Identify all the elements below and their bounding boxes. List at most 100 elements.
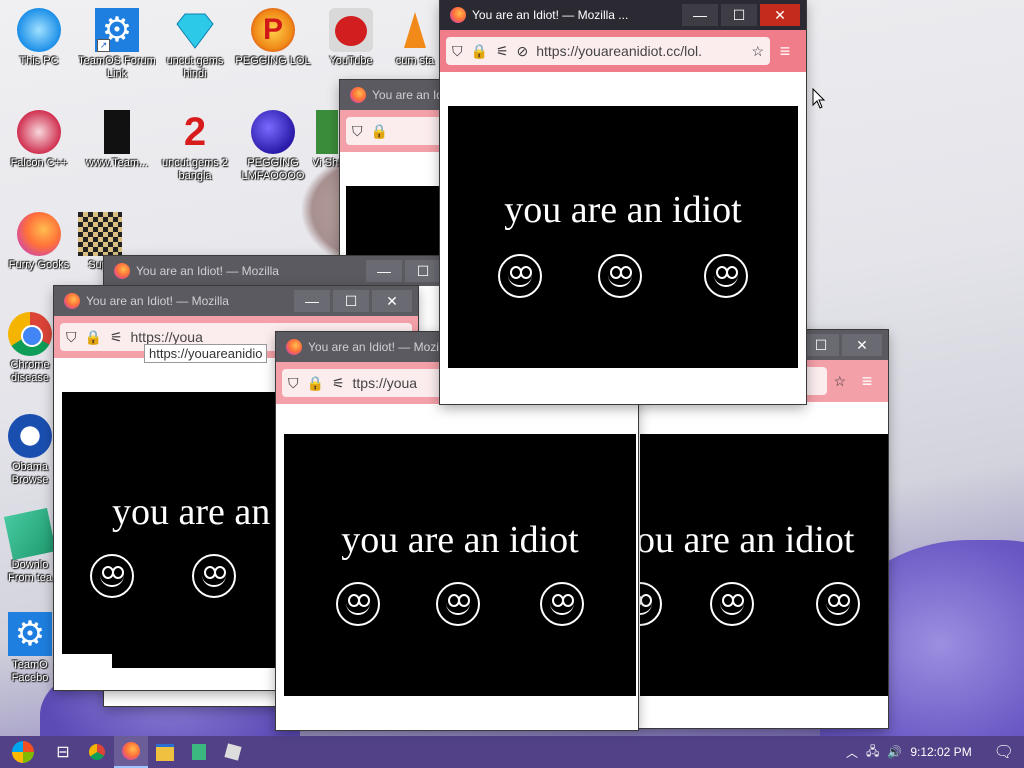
browser-window-bg-1[interactable]: You are an Idiot! — Mozilla ⛉🔒: [340, 80, 450, 280]
roblox-icon: [224, 743, 242, 761]
idiot-message: you are an: [112, 491, 271, 533]
star-icon[interactable]: ☆: [751, 43, 764, 60]
desktop-icon-download[interactable]: Downlo From tea: [0, 507, 60, 585]
maximize-button[interactable]: ☐: [721, 4, 757, 26]
desktop-icon-vi-shar[interactable]: Vi Shar: [312, 110, 342, 170]
firefox-icon: [114, 263, 130, 279]
folder-icon: [156, 743, 174, 761]
url-text: ttps://youa: [352, 375, 418, 391]
task-view-icon[interactable]: ⊟: [46, 736, 80, 768]
menu-icon[interactable]: ≡: [852, 371, 882, 392]
lock-icon[interactable]: 🔒: [307, 375, 324, 392]
recycle-icon: [17, 110, 61, 154]
shield-icon[interactable]: ⛉: [66, 329, 77, 346]
content-panel: you are an idiot: [448, 106, 798, 368]
firefox-taskbar[interactable]: [114, 736, 148, 768]
shield-icon[interactable]: ⛉: [452, 43, 463, 60]
notepad-taskbar[interactable]: [182, 736, 216, 768]
idiot-message: ou are an idiot: [636, 519, 855, 561]
lock-icon[interactable]: 🔒: [471, 43, 488, 60]
smiley-icon: [816, 582, 860, 626]
menu-icon[interactable]: ≡: [770, 41, 800, 62]
url-bar[interactable]: ⛉ 🔒 ⚟ ⊘ https://youareanidiot.cc/lol. ☆: [446, 37, 770, 65]
network-icon[interactable]: 🖧: [866, 742, 879, 763]
url-bar-row: ⛉ 🔒 ⚟ ⊘ https://youareanidiot.cc/lol. ☆ …: [440, 30, 806, 72]
desktop-icon-pegging-lol[interactable]: P PEGGING LOL: [234, 8, 312, 68]
minimize-button[interactable]: —: [682, 4, 718, 26]
desktop-icon-furry-gooks[interactable]: Furry Gooks: [0, 212, 78, 272]
browser-window-active[interactable]: You are an Idiot! — Mozilla ... — ☐ ✕ ⛉ …: [440, 0, 806, 404]
desktop-icon-uncut-gems-2[interactable]: 2 uncut gems 2 bangla: [156, 110, 234, 183]
notifications-icon[interactable]: 🗨: [994, 742, 1014, 762]
taskbar: ⊟ ︿ 🖧 🔊 9:12:02 PM 🗨: [0, 736, 1024, 768]
book-icon: [104, 110, 130, 154]
close-button[interactable]: ✕: [760, 4, 800, 26]
desktop-icon-teamos-forum[interactable]: ⚙ ↗ TeamOS Forum Link: [78, 8, 156, 81]
content-panel: you are an idiot: [284, 434, 636, 696]
desktop-icon-cum-sta[interactable]: cum sta: [390, 8, 440, 68]
shield-icon[interactable]: ⛉: [352, 123, 363, 140]
permissions-icon[interactable]: ⚟: [496, 43, 509, 60]
file-explorer-taskbar[interactable]: [148, 736, 182, 768]
smiley-icon: [598, 254, 642, 298]
desktop-icon-chrome-disease[interactable]: Chrome disease: [0, 312, 60, 385]
desktop-icon-uncut-gems-hindi[interactable]: uncut gems hindi: [156, 8, 234, 81]
desktop-icon-youtube[interactable]: YouTube: [312, 8, 390, 68]
maximize-button[interactable]: ☐: [405, 260, 441, 282]
permissions-icon[interactable]: ⚟: [332, 375, 345, 392]
shield-icon[interactable]: ⛉: [288, 375, 299, 392]
roblox-taskbar[interactable]: [216, 736, 250, 768]
camera-blocked-icon[interactable]: ⊘: [517, 43, 529, 60]
diamond-icon: [173, 8, 217, 52]
gear-icon: ⚙: [8, 612, 52, 656]
minimize-button[interactable]: —: [294, 290, 330, 312]
url-text: https://youa: [130, 329, 203, 345]
chevron-up-icon[interactable]: ︿: [846, 744, 858, 761]
star-icon[interactable]: ☆: [833, 373, 846, 390]
desktop-icon-pegging-lmfao[interactable]: PEGGING LMFAOOOO: [234, 110, 312, 183]
desktop-icon-falcon[interactable]: Falcon C++: [0, 110, 78, 170]
firefox-icon: [450, 7, 466, 23]
start-button[interactable]: [0, 736, 46, 768]
desktop-icon-obama-browser[interactable]: Obama Browse: [0, 414, 60, 487]
lock-icon[interactable]: 🔒: [371, 123, 388, 140]
close-button[interactable]: ✕: [372, 290, 412, 312]
maximize-button[interactable]: ☐: [803, 334, 839, 356]
smiley-icon: [436, 582, 480, 626]
download-icon: [3, 507, 57, 561]
lock-icon[interactable]: 🔒: [85, 329, 102, 346]
window-titlebar[interactable]: You are an Idiot! — Mozilla: [340, 80, 450, 110]
firefox-icon: [64, 293, 80, 309]
firefox-icon: [350, 87, 366, 103]
minimize-button[interactable]: —: [366, 260, 402, 282]
chrome-taskbar[interactable]: [80, 736, 114, 768]
window-titlebar[interactable]: You are an Idiot! — Mozilla — ☐ ✕: [54, 286, 418, 316]
url-tooltip: https://youareanidio: [144, 344, 268, 363]
gear-icon: ⚙ ↗: [95, 8, 139, 52]
chrome-icon: [8, 312, 52, 356]
smiley-icon: [90, 554, 134, 598]
pixel-icon: [78, 212, 122, 256]
idiot-message: you are an idiot: [341, 519, 579, 561]
idiot-message: you are an idiot: [504, 189, 742, 231]
window-titlebar[interactable]: You are an Idiot! — Mozilla — ☐: [104, 256, 444, 286]
smiley-icon: [336, 582, 380, 626]
cone-icon: [400, 8, 430, 52]
orb-icon: [251, 110, 295, 154]
smiley-icon: [710, 582, 754, 626]
volume-icon[interactable]: 🔊: [887, 745, 902, 759]
desktop-icon-www-team[interactable]: www.Team...: [78, 110, 156, 170]
number-2-icon: 2: [183, 110, 207, 154]
desktop-icon-teamos-facebook[interactable]: ⚙ TeamO Facebo: [0, 612, 60, 685]
close-button[interactable]: ✕: [842, 334, 882, 356]
obama-logo-icon: [8, 414, 52, 458]
p-logo-icon: P: [251, 8, 295, 52]
permissions-icon[interactable]: ⚟: [110, 329, 123, 346]
desktop-icon-this-pc[interactable]: This PC: [0, 8, 78, 68]
monitor-icon: [17, 8, 61, 52]
maximize-button[interactable]: ☐: [333, 290, 369, 312]
window-titlebar[interactable]: You are an Idiot! — Mozilla ... — ☐ ✕: [440, 0, 806, 30]
clock[interactable]: 9:12:02 PM: [910, 745, 971, 759]
firefox-icon: [286, 339, 302, 355]
url-bar[interactable]: ⛉ 🔒: [346, 117, 444, 145]
